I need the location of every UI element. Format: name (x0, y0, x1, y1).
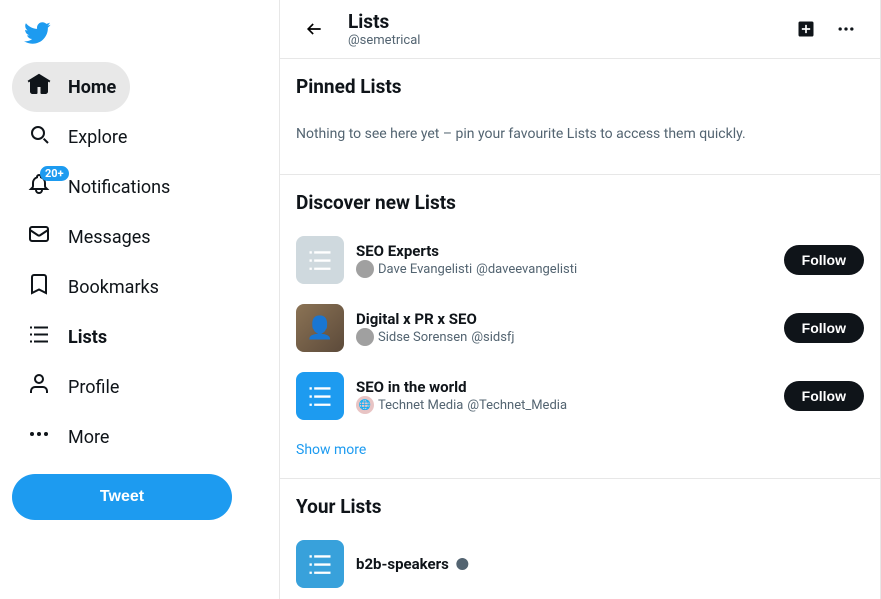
notification-badge: 20+ (40, 166, 69, 181)
b2b-speakers-avatar (296, 540, 344, 588)
pinned-lists-title: Pinned Lists (296, 75, 864, 98)
follow-digital-pr-seo-button[interactable]: Follow (784, 313, 864, 343)
more-options-button[interactable] (828, 11, 864, 47)
digital-pr-seo-owner: Sidse Sorensen (378, 330, 467, 345)
seo-experts-info: SEO Experts Dave Evangelisti @daveevange… (356, 242, 772, 278)
seo-experts-handle: @daveevangelisti (476, 262, 577, 277)
digital-pr-seo-handle: @sidsfj (471, 330, 514, 345)
sidebar-item-bookmarks[interactable]: Bookmarks (12, 262, 173, 312)
sidebar-item-more-label: More (68, 427, 109, 448)
tweet-button[interactable]: Tweet (12, 474, 232, 520)
sidebar-item-profile-label: Profile (68, 377, 119, 398)
dave-avatar (356, 260, 374, 278)
header-subtitle: @semetrical (348, 33, 788, 48)
sidebar-item-lists[interactable]: Lists (12, 312, 121, 362)
sidebar: Home Explore 20+ Notifications Messages (0, 0, 280, 599)
sidebar-item-notifications[interactable]: 20+ Notifications (12, 162, 184, 212)
sidebar-item-profile[interactable]: Profile (12, 362, 133, 412)
pinned-lists-empty: Nothing to see here yet – pin your favou… (296, 110, 864, 158)
profile-icon (26, 372, 52, 402)
follow-seo-world-button[interactable]: Follow (784, 381, 864, 411)
pinned-lists-section: Pinned Lists Nothing to see here yet – p… (280, 59, 880, 175)
home-icon (26, 72, 52, 102)
seo-world-meta: 🌐 Technet Media @Technet_Media (356, 396, 772, 414)
show-more-link[interactable]: Show more (296, 430, 864, 462)
list-item-seo-experts[interactable]: SEO Experts Dave Evangelisti @daveevange… (296, 226, 864, 294)
technet-avatar: 🌐 (356, 396, 374, 414)
lists-icon (26, 322, 52, 352)
sidebar-item-messages[interactable]: Messages (12, 212, 165, 262)
digital-pr-seo-info: Digital x PR x SEO Sidse Sorensen @sidsf… (356, 310, 772, 346)
discover-lists-title: Discover new Lists (296, 191, 864, 214)
sidebar-item-explore[interactable]: Explore (12, 112, 141, 162)
seo-experts-avatar (296, 236, 344, 284)
sidebar-item-more[interactable]: More (12, 412, 123, 462)
seo-world-avatar (296, 372, 344, 420)
seo-experts-owner: Dave Evangelisti (378, 262, 472, 277)
header-actions (788, 11, 864, 47)
sidebar-item-lists-label: Lists (68, 327, 107, 348)
sidebar-item-explore-label: Explore (68, 127, 127, 148)
sidebar-item-notifications-label: Notifications (68, 177, 170, 198)
discover-lists-section: Discover new Lists SEO Experts Dave Evan… (280, 175, 880, 479)
sidebar-item-messages-label: Messages (68, 227, 151, 248)
sidebar-item-home-label: Home (68, 77, 116, 98)
follow-seo-experts-button[interactable]: Follow (784, 245, 864, 275)
your-lists-section: Your Lists b2b-speakers (280, 479, 880, 599)
messages-icon (26, 222, 52, 252)
sidebar-item-bookmarks-label: Bookmarks (68, 277, 159, 298)
sidse-avatar (356, 328, 374, 346)
sidebar-item-home[interactable]: Home (12, 62, 130, 112)
seo-experts-meta: Dave Evangelisti @daveevangelisti (356, 260, 772, 278)
new-list-button[interactable] (788, 11, 824, 47)
seo-world-name: SEO in the world (356, 378, 772, 396)
page-header: Lists @semetrical (280, 0, 880, 59)
twitter-logo[interactable] (12, 8, 62, 58)
list-item-seo-world[interactable]: SEO in the world 🌐 Technet Media @Techne… (296, 362, 864, 430)
b2b-speakers-info: b2b-speakers (356, 555, 864, 573)
more-icon (26, 422, 52, 452)
back-button[interactable] (296, 11, 332, 47)
digital-pr-seo-name: Digital x PR x SEO (356, 310, 772, 328)
header-title-block: Lists @semetrical (348, 10, 788, 48)
seo-world-handle: @Technet_Media (467, 398, 567, 413)
list-item-b2b-speakers[interactable]: b2b-speakers (296, 530, 864, 598)
digital-pr-avatar: 👤 (296, 304, 344, 352)
bookmarks-icon (26, 272, 52, 302)
b2b-speakers-name: b2b-speakers (356, 555, 864, 573)
explore-icon (26, 122, 52, 152)
digital-pr-seo-meta: Sidse Sorensen @sidsfj (356, 328, 772, 346)
seo-world-owner: Technet Media (378, 398, 463, 413)
your-lists-title: Your Lists (296, 495, 864, 518)
seo-experts-name: SEO Experts (356, 242, 772, 260)
header-title: Lists (348, 10, 788, 33)
seo-world-info: SEO in the world 🌐 Technet Media @Techne… (356, 378, 772, 414)
main-content: Lists @semetrical Pinned Lists Nothing t… (280, 0, 881, 599)
list-item-digital-pr-seo[interactable]: 👤 Digital x PR x SEO Sidse Sorensen @sid… (296, 294, 864, 362)
